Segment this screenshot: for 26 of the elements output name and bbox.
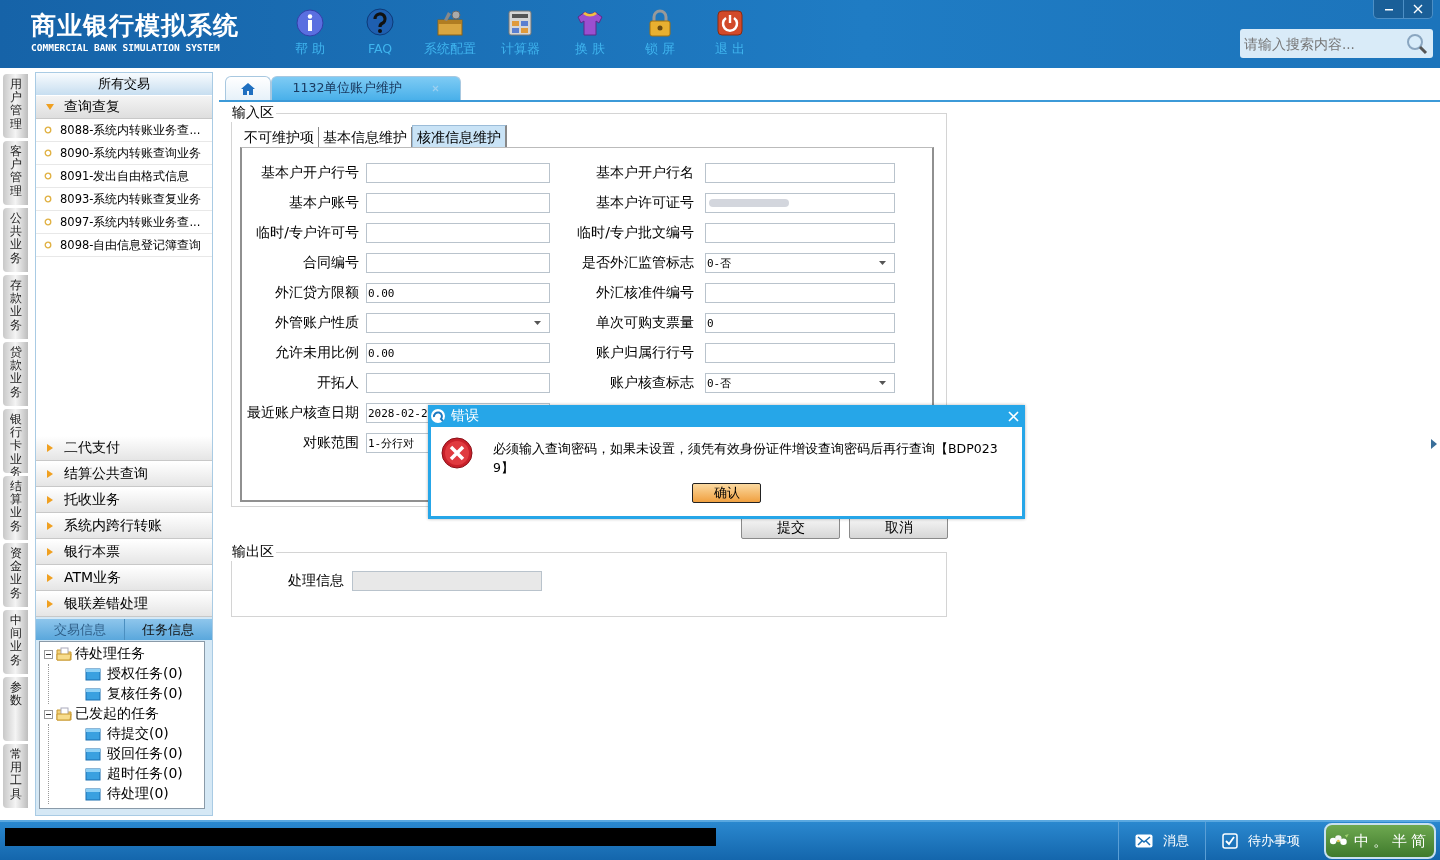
field-label: 临时/专户批文编号 <box>576 224 695 242</box>
field-label: 基本户开户行名 <box>595 164 695 182</box>
field-label: 允许未用比例 <box>274 344 360 362</box>
field-label: 开拓人 <box>316 374 360 392</box>
sidebar-header: 所有交易 <box>36 73 212 95</box>
field-label: 账户核查标志 <box>609 374 695 392</box>
field-label: 处理信息 <box>288 572 344 590</box>
field-label: 临时/专户许可号 <box>255 224 360 242</box>
error-message: 必须输入查询密码，如果未设置，须凭有效身份证件增设查询密码后再行查询【BDP0239】 <box>493 440 999 477</box>
field-label: 外管账户性质 <box>274 314 360 332</box>
field-label: 是否外汇监管标志 <box>581 254 695 272</box>
app-title: 商业银行模拟系统 <box>31 12 240 40</box>
field-label: 单次可购支票量 <box>595 314 695 332</box>
dialog-title: 错误 <box>451 407 479 425</box>
field-label: 账户归属行行号 <box>595 344 695 362</box>
app-subtitle: COMMERCIAL BANK SIMULATION SYSTEM <box>31 42 221 53</box>
field-label: 外汇核准件编号 <box>595 284 695 302</box>
section-title: 输入区 <box>230 104 276 122</box>
field-label: 基本户账号 <box>288 194 360 212</box>
field-label: 基本户许可证号 <box>595 194 695 212</box>
field-label: 外汇贷方限额 <box>274 284 360 302</box>
section-title: 输出区 <box>230 543 276 561</box>
field-label: 对账范围 <box>302 434 360 452</box>
field-label: 合同编号 <box>302 254 360 272</box>
field-label: 最近账户核查日期 <box>246 404 360 422</box>
field-label: 基本户开户行号 <box>260 164 360 182</box>
